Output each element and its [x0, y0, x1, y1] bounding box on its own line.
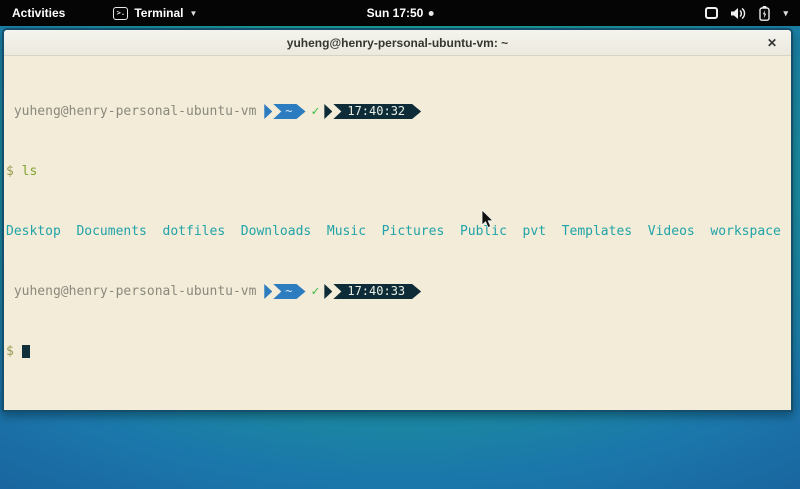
app-menu-terminal[interactable]: >. Terminal ▼	[105, 0, 205, 26]
terminal-window: yuheng@henry-personal-ubuntu-vm: ~ ✕ yuh…	[2, 28, 793, 412]
chevron-down-icon: ▼	[189, 9, 197, 18]
notification-dot-icon	[428, 11, 433, 16]
clock-label: Sun 17:50	[367, 6, 424, 20]
command-text: ls	[22, 164, 38, 179]
top-bar: Activities >. Terminal ▼ Sun 17:50 ▾	[0, 0, 800, 26]
ls-output-line: Desktop Documents dotfiles Downloads Mus…	[6, 224, 789, 239]
directory-entry: dotfiles	[163, 224, 226, 239]
terminal-app-icon: >.	[113, 7, 128, 20]
activities-button[interactable]: Activities	[0, 0, 77, 26]
prompt-user: yuheng@henry-personal-ubuntu-vm	[6, 104, 264, 119]
directory-entry: Public	[460, 224, 507, 239]
directory-entry: workspace	[710, 224, 780, 239]
screencast-icon	[705, 7, 718, 19]
prompt-time-badge: 17:40:32	[333, 104, 421, 119]
volume-icon	[731, 7, 746, 20]
directory-entry: Desktop	[6, 224, 61, 239]
system-status-menu[interactable]: ▾	[693, 0, 800, 26]
directory-entry: Music	[327, 224, 366, 239]
window-titlebar[interactable]: yuheng@henry-personal-ubuntu-vm: ~ ✕	[4, 30, 791, 56]
prompt-cwd-badge: ~	[273, 104, 305, 119]
battery-charging-icon	[759, 6, 770, 21]
powerline-arrow-icon	[264, 104, 272, 119]
prompt-symbol: $	[6, 164, 22, 179]
clock-button[interactable]: Sun 17:50	[359, 0, 442, 26]
powerline-arrow-icon	[264, 284, 272, 299]
window-title: yuheng@henry-personal-ubuntu-vm: ~	[287, 36, 508, 50]
directory-entry: Documents	[76, 224, 146, 239]
directory-entry: Downloads	[241, 224, 311, 239]
prompt-line: yuheng@henry-personal-ubuntu-vm ~ ✓ 17:4…	[6, 104, 789, 119]
status-check-icon: ✓	[306, 284, 325, 299]
prompt-symbol: $	[6, 344, 14, 359]
close-button[interactable]: ✕	[763, 34, 781, 52]
prompt-user: yuheng@henry-personal-ubuntu-vm	[6, 284, 264, 299]
prompt-cwd-badge: ~	[273, 284, 305, 299]
directory-entry: Templates	[562, 224, 632, 239]
activities-label: Activities	[12, 6, 65, 20]
input-line[interactable]: $	[6, 344, 789, 359]
directory-entry: Pictures	[382, 224, 445, 239]
prompt-time-badge: 17:40:33	[333, 284, 421, 299]
text-cursor	[22, 345, 30, 358]
powerline-arrow-icon	[324, 104, 332, 119]
prompt-line: yuheng@henry-personal-ubuntu-vm ~ ✓ 17:4…	[6, 284, 789, 299]
powerline-arrow-icon	[324, 284, 332, 299]
command-line: $ ls	[6, 164, 789, 179]
app-menu-label: Terminal	[134, 6, 183, 20]
directory-entry: pvt	[523, 224, 546, 239]
directory-entry: Videos	[648, 224, 695, 239]
status-check-icon: ✓	[306, 104, 325, 119]
chevron-down-icon: ▾	[783, 8, 788, 19]
terminal-screen[interactable]: yuheng@henry-personal-ubuntu-vm ~ ✓ 17:4…	[4, 56, 791, 410]
close-icon: ✕	[767, 36, 777, 50]
